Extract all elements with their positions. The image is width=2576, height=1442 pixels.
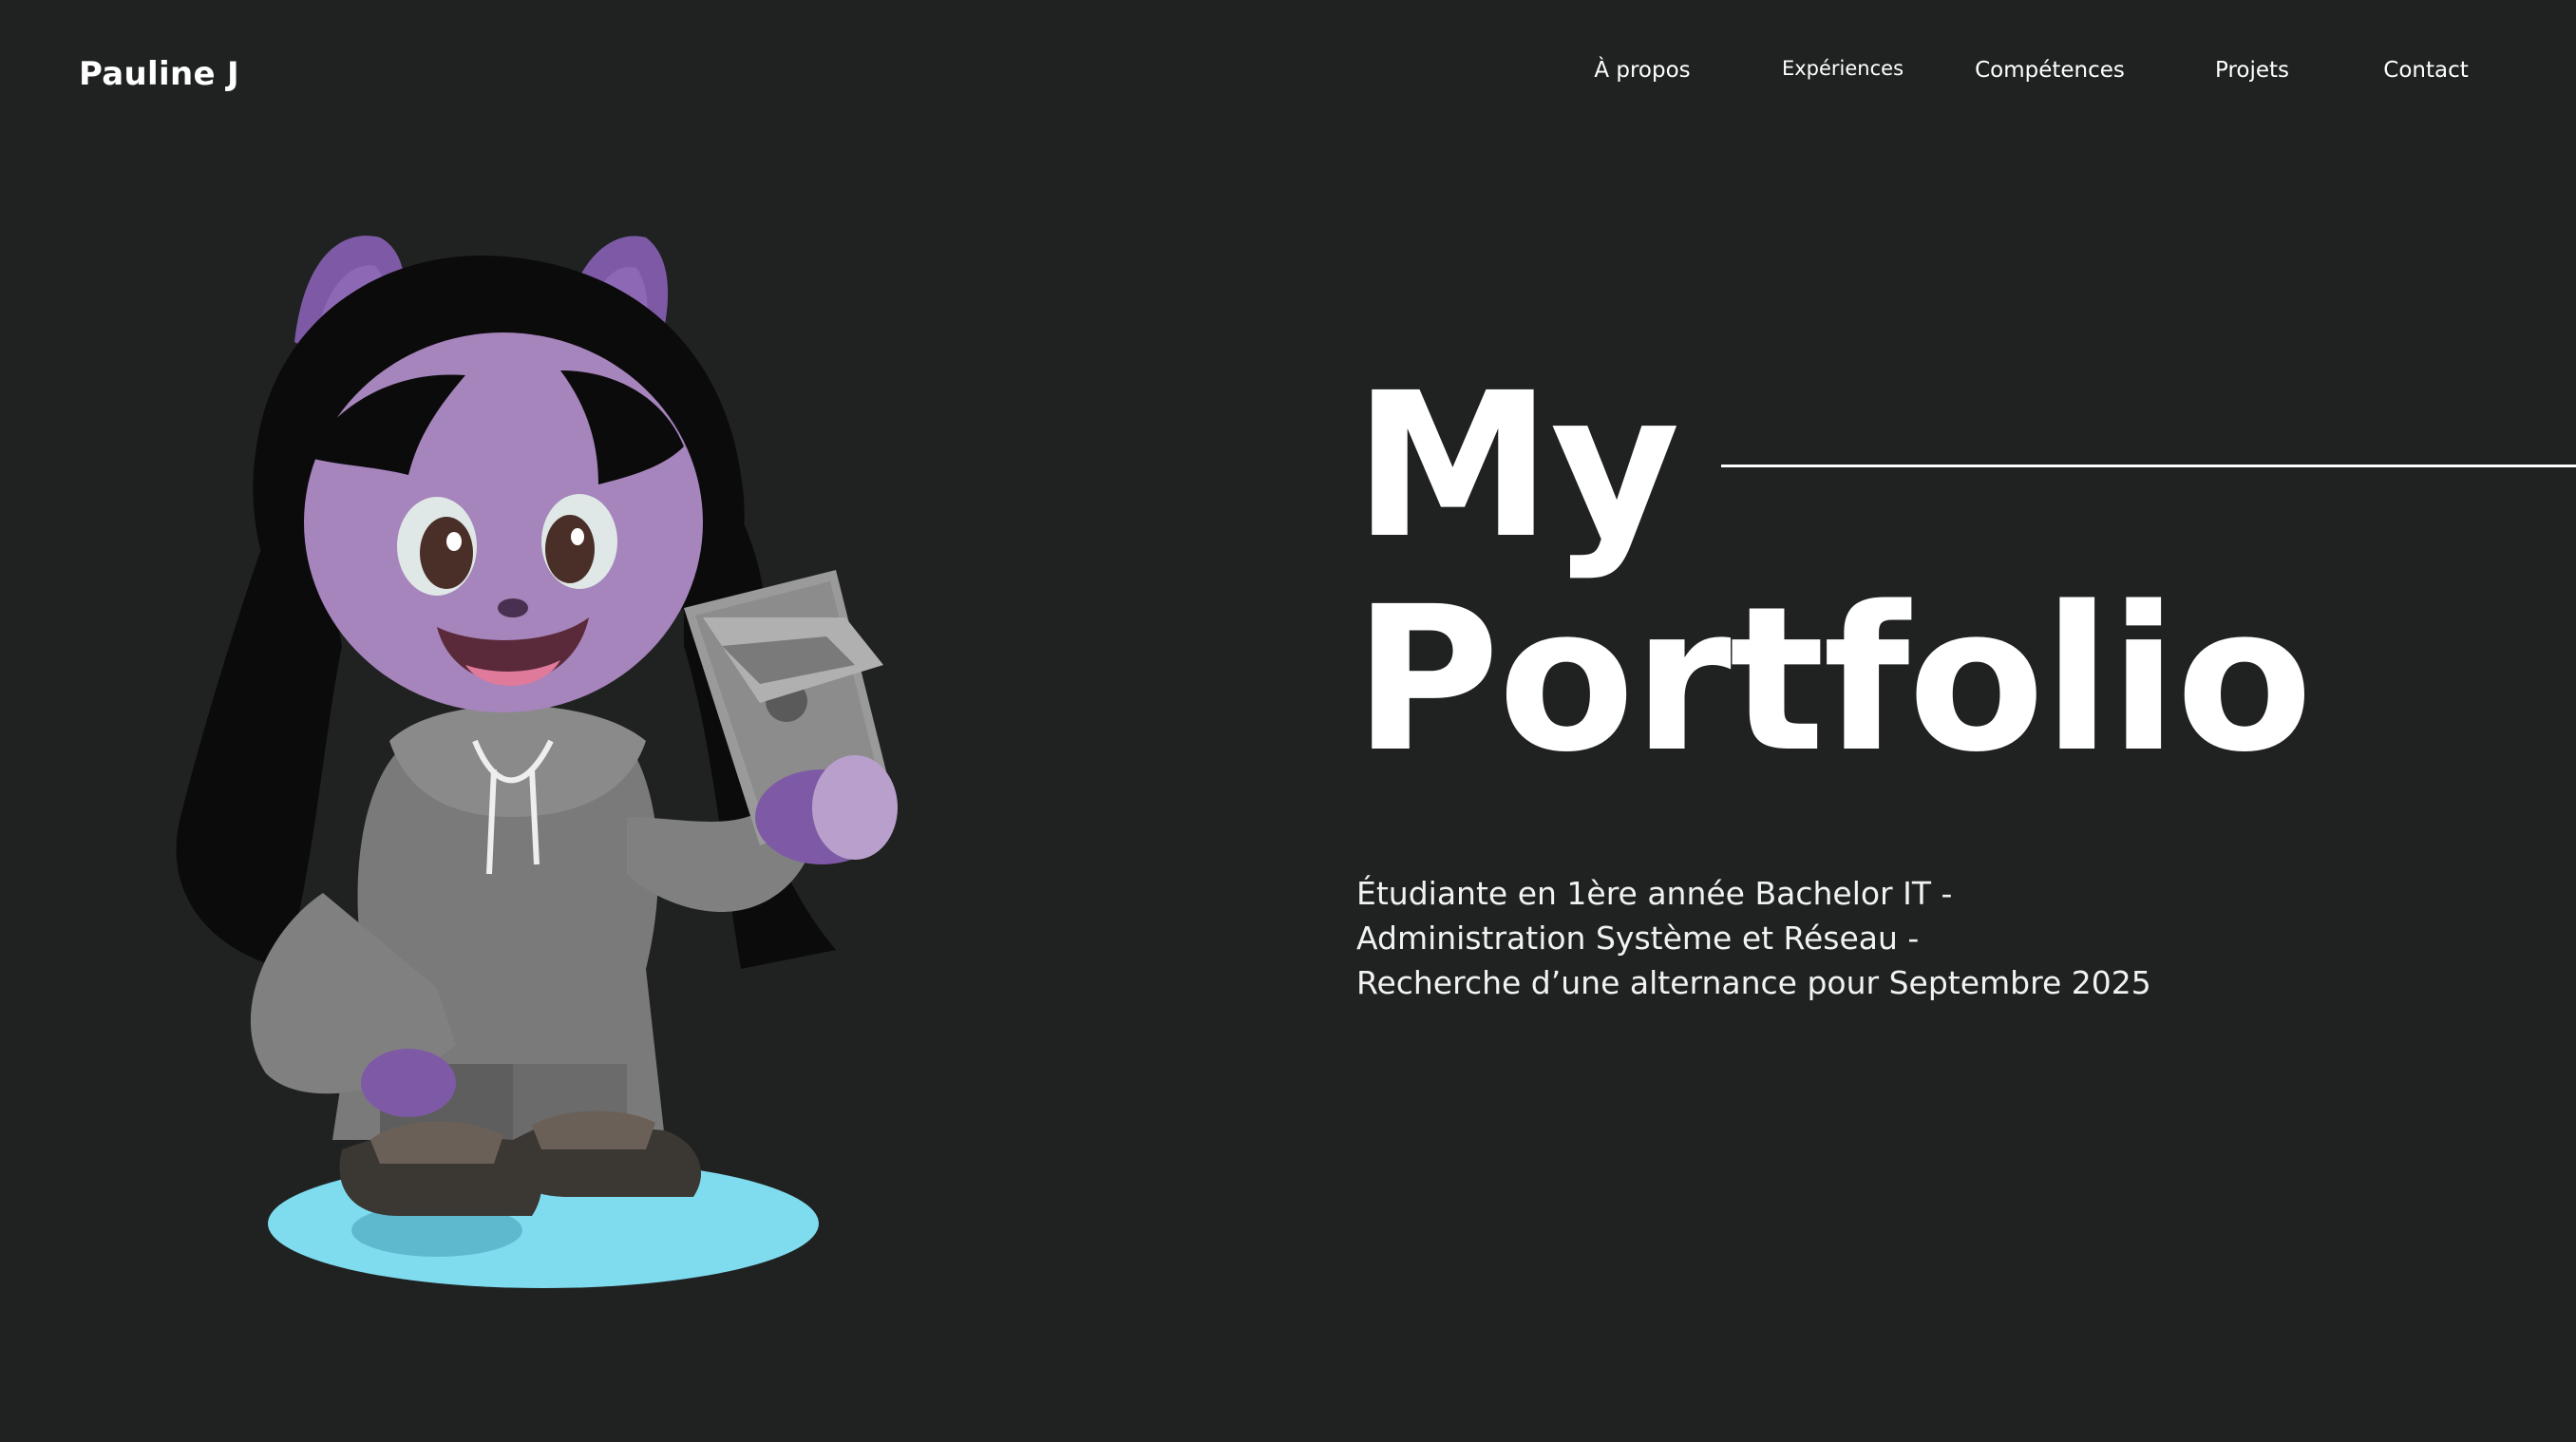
octocat-mascot-with-laptop-icon [176, 236, 898, 1288]
hero-subtitle: Étudiante en 1ère année Bachelor IT - Ad… [1356, 871, 2151, 1005]
hero-subtitle-line: Recherche d’une alternance pour Septembr… [1356, 964, 2151, 1001]
nav-link-projets[interactable]: Projets [2215, 58, 2289, 83]
nav-link-experiences[interactable]: Expériences [1782, 57, 1904, 80]
hero-subtitle-line: Étudiante en 1ère année Bachelor IT - [1356, 875, 1953, 912]
hero-subtitle-line: Administration Système et Réseau - [1356, 920, 1920, 957]
hero-title: My Portfolio [1354, 359, 2313, 796]
site-brand[interactable]: Pauline J [79, 55, 239, 93]
hero-title-line-portfolio: Portfolio [1354, 563, 2313, 796]
nav-link-a-propos[interactable]: À propos [1594, 58, 1690, 83]
nav-link-contact[interactable]: Contact [2383, 58, 2468, 83]
nav-link-competences[interactable]: Compétences [1975, 58, 2125, 83]
hero-divider-line [1721, 465, 2576, 467]
